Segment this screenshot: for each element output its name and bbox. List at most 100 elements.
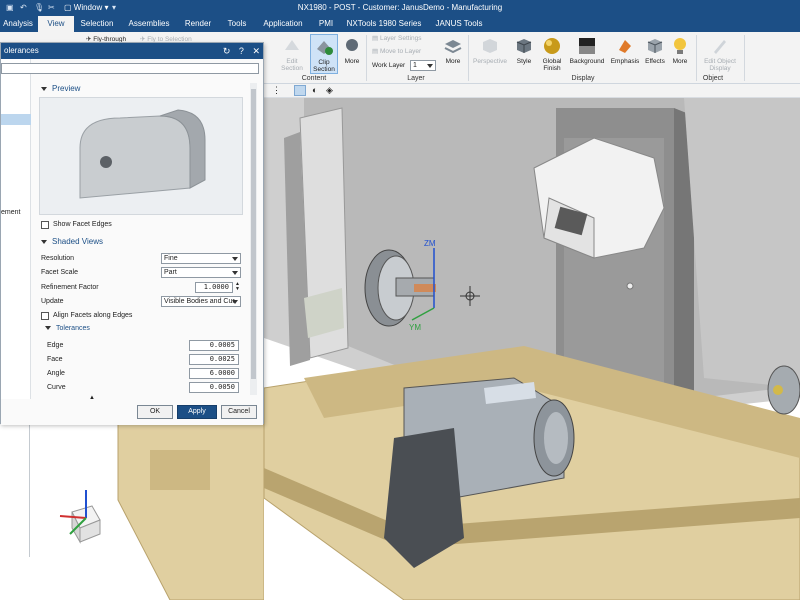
help-icon[interactable]: ? (239, 46, 244, 56)
layers-icon (444, 40, 462, 54)
more-display-label: More (672, 58, 688, 65)
emphasis-button[interactable]: Emphasis (608, 36, 642, 65)
clip-section-label: Clip Section (313, 59, 335, 73)
menu-assemblies[interactable]: Assemblies (126, 16, 172, 32)
preview-section-header[interactable]: Preview (41, 84, 80, 93)
menu-application[interactable]: Application (260, 16, 306, 32)
show-facet-edges-checkbox[interactable] (41, 221, 49, 229)
menu-selection[interactable]: Selection (78, 16, 116, 32)
menu-view[interactable]: View (38, 16, 74, 32)
style-label: Style (516, 58, 532, 65)
background-icon (579, 38, 595, 54)
resolution-select[interactable]: Fine (161, 253, 241, 264)
style-button[interactable]: Style (512, 36, 536, 65)
expand-handle-icon[interactable]: ▲ (89, 395, 95, 401)
work-layer-value: 1 (413, 62, 417, 69)
tolerances-section-label: Tolerances (56, 325, 90, 332)
title-bar: ▣ ↶ 🎙 ✂ ▢ Window ▾ ▾ NX1980 - POST - Cus… (0, 0, 800, 16)
edge-input[interactable]: 0.0005 (189, 340, 239, 351)
curve-input[interactable]: 0.0050 (189, 382, 239, 393)
emphasis-icon (619, 40, 631, 53)
graphics-window[interactable]: ZM YM (263, 98, 800, 600)
collapse-icon (41, 239, 47, 244)
view-orient-icon[interactable]: ◐ (312, 85, 317, 95)
edge-label: Edge (47, 342, 64, 349)
move-to-layer-button[interactable]: ▤ Move to Layer (372, 48, 432, 55)
menu-nxtools[interactable]: NXTools 1980 Series (346, 16, 422, 32)
axis-zm-label: ZM (424, 239, 436, 248)
menu-analysis[interactable]: Analysis (0, 16, 36, 32)
menu-pmi[interactable]: PMI (314, 16, 338, 32)
layer-settings-button[interactable]: ▤ Layer Settings (372, 35, 432, 42)
shaded-views-section-header[interactable]: Shaded Views (41, 237, 103, 246)
more-layer-label: More (445, 58, 461, 65)
menu-tools[interactable]: Tools (222, 16, 252, 32)
lightbulb-icon (674, 38, 686, 54)
menu-janus-tools[interactable]: JANUS Tools (430, 16, 488, 32)
more-display-button[interactable]: More (668, 36, 692, 65)
angle-label: Angle (47, 370, 65, 377)
curve-label: Curve (47, 384, 66, 391)
more-content-button[interactable]: More (340, 36, 364, 65)
menu-bar: Analysis View Selection Assemblies Rende… (0, 16, 800, 32)
facet-scale-value: Part (164, 269, 177, 276)
edit-object-display-label: Edit Object Display (704, 58, 736, 72)
selected-list-item[interactable] (1, 114, 31, 125)
effects-label: Effects (645, 58, 665, 65)
face-input[interactable]: 0.0025 (189, 354, 239, 365)
more-layer-button[interactable]: More (442, 36, 464, 65)
scene-left-part (59, 409, 265, 600)
group-layer-label: Layer (407, 75, 425, 82)
machine-scene: ZM YM (263, 98, 800, 600)
clip-section-icon (317, 41, 333, 55)
dialog-title-bar: olerances ↻ ? ✕ (1, 43, 263, 59)
move-to-layer-label: Move to Layer (379, 48, 422, 55)
ok-button[interactable]: OK (137, 405, 173, 419)
dialog-title: olerances (4, 46, 39, 55)
list-item-fragment: ement (1, 209, 21, 216)
cancel-button[interactable]: Cancel (221, 405, 257, 419)
preview-part-image (79, 109, 206, 199)
separator (696, 35, 697, 81)
more-content-label: More (344, 58, 360, 65)
close-icon[interactable]: ✕ (252, 46, 260, 56)
align-facets-checkbox[interactable] (41, 312, 49, 320)
edit-section-label: Edit Section (281, 58, 303, 72)
group-display-label: Display (571, 75, 595, 82)
edit-object-display-button[interactable]: Edit Object Display (700, 36, 740, 72)
dialog-left-list: ement (1, 59, 31, 399)
render-mode-icon[interactable]: ◈ (326, 85, 333, 96)
menu-render[interactable]: Render (180, 16, 216, 32)
shaded-view-icon[interactable] (294, 85, 306, 96)
effects-button[interactable]: Effects (642, 36, 668, 65)
perspective-button[interactable]: Perspective (472, 36, 508, 65)
background-button[interactable]: Background (568, 36, 606, 65)
global-finish-button[interactable]: Global Finish (538, 36, 566, 72)
apply-button[interactable]: Apply (177, 405, 217, 419)
graphics-window-left[interactable] (0, 409, 265, 600)
refinement-spinner[interactable]: ▲ ▼ (234, 282, 241, 293)
dialog-top-field[interactable] (1, 63, 259, 74)
resolution-value: Fine (164, 255, 178, 262)
reset-icon[interactable]: ↻ (223, 46, 231, 56)
update-label: Update (41, 298, 64, 305)
refinement-factor-input[interactable]: 1.0000 (195, 282, 233, 293)
facet-scale-select[interactable]: Part (161, 267, 241, 278)
tolerances-section-header[interactable]: Tolerances (45, 325, 90, 332)
edit-section-icon (285, 40, 299, 50)
more-content-icon (346, 39, 358, 51)
edit-section-button[interactable]: Edit Section (278, 36, 306, 72)
style-cube-icon (516, 39, 532, 53)
clip-section-button[interactable]: Clip Section (310, 34, 338, 74)
preview-section-label: Preview (52, 84, 81, 93)
emphasis-label: Emphasis (610, 58, 640, 65)
toolbar-grip-icon: ⋮ (272, 85, 281, 95)
dialog-scrollbar-thumb[interactable] (251, 89, 256, 379)
work-layer-select[interactable]: 1 (410, 60, 436, 71)
shaded-views-section-label: Shaded Views (52, 237, 103, 246)
group-object-label: Object (702, 75, 724, 82)
dialog-scrollbar[interactable] (250, 83, 257, 395)
angle-input[interactable]: 6.0000 (189, 368, 239, 379)
align-facets-label: Align Facets along Edges (53, 312, 133, 319)
update-select[interactable]: Visible Bodies and Cur (161, 296, 241, 307)
